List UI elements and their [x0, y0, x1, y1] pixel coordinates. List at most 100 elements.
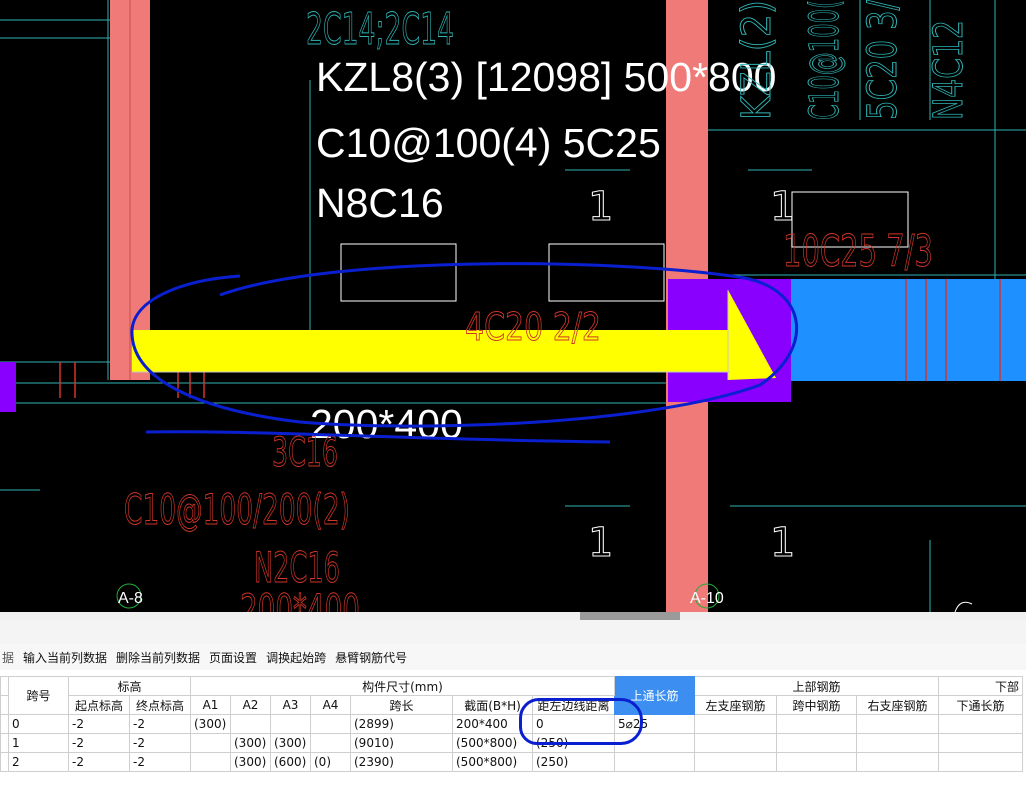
subheader-end-elev: 终点标高 [129, 695, 191, 715]
cell-end-elev[interactable]: -2 [129, 714, 191, 734]
subheader-offset: 距左边线距离 [532, 695, 615, 715]
beam-label-line2: C10@100(4) 5C25 [316, 120, 661, 166]
cell-bottom-through[interactable] [938, 714, 1023, 734]
cell-bottom-through[interactable] [938, 733, 1023, 753]
cell-top-through[interactable]: 5⌀25 [614, 714, 695, 734]
span-table: 跨号 标高 构件尺寸(mm) 上通长筋 上部钢筋 下部 起点标高 终点标高 A1… [0, 676, 1023, 772]
cell-span[interactable]: 2 [8, 752, 69, 772]
axis-label-a10: A-10 [690, 590, 724, 607]
cell-a1[interactable] [190, 752, 231, 772]
rebar-bottom-2: C10@100/200(2) [124, 485, 350, 534]
scrollbar-thumb[interactable] [580, 612, 680, 620]
cad-canvas[interactable]: KZL8(3) [12098] 500*800 C10@100(4) 5C25 … [0, 0, 1026, 612]
support-left [0, 362, 16, 412]
cell-right-support[interactable] [856, 752, 939, 772]
header-span-no: 跨号 [8, 676, 69, 715]
vertical-label-3: 5C20 3/ [860, 0, 906, 120]
subheader-right-support: 右支座钢筋 [856, 695, 939, 715]
beam-label-line1: KZL8(3) [12098] 500*800 [316, 54, 776, 100]
subheader-left-support: 左支座钢筋 [694, 695, 777, 715]
cell-end-elev[interactable]: -2 [129, 733, 191, 753]
cell-right-support[interactable] [856, 714, 939, 734]
horizontal-scrollbar[interactable] [0, 612, 1026, 620]
cell-offset[interactable]: 0 [532, 714, 615, 734]
table-row[interactable]: 1 -2 -2 (300) (300) (9010) (500*800) (25… [0, 733, 1023, 753]
cell-a4[interactable] [310, 733, 351, 753]
rebar-bottom-1: 3C16 [272, 430, 338, 476]
subheader-a4: A4 [310, 695, 351, 715]
cell-start-elev[interactable]: -2 [68, 733, 130, 753]
beam-highlight [132, 330, 730, 372]
cell-a2[interactable] [230, 714, 271, 734]
cell-end-elev[interactable]: -2 [129, 752, 191, 772]
cell-mid-span[interactable] [776, 752, 857, 772]
cell-section[interactable]: (500*800) [452, 752, 533, 772]
axis-label-a8: A-8 [118, 590, 143, 607]
toolbar-item-data[interactable]: 据 [2, 649, 14, 666]
cell-a1[interactable]: (300) [190, 714, 231, 734]
rebar-right-label: 10C25 7/3 [783, 226, 933, 277]
subheader-bottom-through: 下通长筋 [938, 695, 1023, 715]
cell-a2[interactable]: (300) [230, 733, 271, 753]
cell-start-elev[interactable]: -2 [68, 752, 130, 772]
rebar-mid-label: 4C20 2/2 [465, 305, 601, 349]
property-panel: 据 输入当前列数据 删除当前列数据 页面设置 调换起始跨 悬臂钢筋代号 跨号 标… [0, 612, 1026, 785]
cell-offset[interactable]: (250) [532, 733, 615, 753]
cell-bottom-through[interactable] [938, 752, 1023, 772]
table-row[interactable]: 2 -2 -2 (300) (600) (0) (2390) (500*800)… [0, 752, 1023, 772]
header-dims: 构件尺寸(mm) [190, 676, 615, 696]
cell-start-elev[interactable]: -2 [68, 714, 130, 734]
subheader-a3: A3 [270, 695, 311, 715]
subheader-start-elev: 起点标高 [68, 695, 130, 715]
section-mark: 1 [588, 520, 613, 566]
cell-span-length[interactable]: (2899) [350, 714, 453, 734]
toolbar-cantilever-code[interactable]: 悬臂钢筋代号 [335, 649, 407, 666]
section-mark: 1 [770, 184, 795, 230]
cell-a2[interactable]: (300) [230, 752, 271, 772]
cell-top-through[interactable] [614, 733, 695, 753]
subheader-mid-span: 跨中钢筋 [776, 695, 857, 715]
header-bottom: 下部 [938, 676, 1023, 696]
subheader-a2: A2 [230, 695, 271, 715]
cell-section[interactable]: 200*400 [452, 714, 533, 734]
cell-left-support[interactable] [694, 752, 777, 772]
cell-a4[interactable]: (0) [310, 752, 351, 772]
cell-left-support[interactable] [694, 714, 777, 734]
cell-a3[interactable]: (600) [270, 752, 311, 772]
header-top-through[interactable]: 上通长筋 [614, 676, 695, 715]
panel-top-strip [0, 620, 1026, 645]
header-top-rebar: 上部钢筋 [694, 676, 939, 696]
cell-mid-span[interactable] [776, 733, 857, 753]
cell-left-support[interactable] [694, 733, 777, 753]
cell-a3[interactable]: (300) [270, 733, 311, 753]
cell-span-length[interactable]: (9010) [350, 733, 453, 753]
cell-offset[interactable]: (250) [532, 752, 615, 772]
cell-mid-span[interactable] [776, 714, 857, 734]
toolbar-delete-column[interactable]: 删除当前列数据 [116, 649, 200, 666]
cell-span-length[interactable]: (2390) [350, 752, 453, 772]
beam-blue-right [790, 279, 1026, 381]
rebar-bottom-4: 200*400 [240, 585, 360, 612]
subheader-a1: A1 [190, 695, 231, 715]
vertical-label-2: C10@100( [802, 0, 848, 120]
vertical-label-1: KZL(2) [734, 0, 780, 120]
toolbar-swap-start-span[interactable]: 调换起始跨 [266, 649, 326, 666]
cell-span[interactable]: 0 [8, 714, 69, 734]
cell-a1[interactable] [190, 733, 231, 753]
toolbar-page-setup[interactable]: 页面设置 [209, 649, 257, 666]
cell-span[interactable]: 1 [8, 733, 69, 753]
cell-a3[interactable] [270, 714, 311, 734]
cell-a4[interactable] [310, 714, 351, 734]
table-toolbar: 据 输入当前列数据 删除当前列数据 页面设置 调换起始跨 悬臂钢筋代号 [0, 644, 1026, 670]
top-left-rebar: 2C14;2C14 [306, 4, 454, 55]
cell-right-support[interactable] [856, 733, 939, 753]
section-mark: 1 [770, 520, 795, 566]
section-mark: 1 [588, 184, 613, 230]
vertical-label-4: N4C12 [926, 20, 972, 120]
table-row[interactable]: 0 -2 -2 (300) (2899) 200*400 0 5⌀25 [0, 714, 1023, 734]
beam-label-line3: N8C16 [316, 180, 444, 226]
toolbar-input-column[interactable]: 输入当前列数据 [23, 649, 107, 666]
header-elevation: 标高 [68, 676, 191, 696]
cell-section[interactable]: (500*800) [452, 733, 533, 753]
cell-top-through[interactable] [614, 752, 695, 772]
